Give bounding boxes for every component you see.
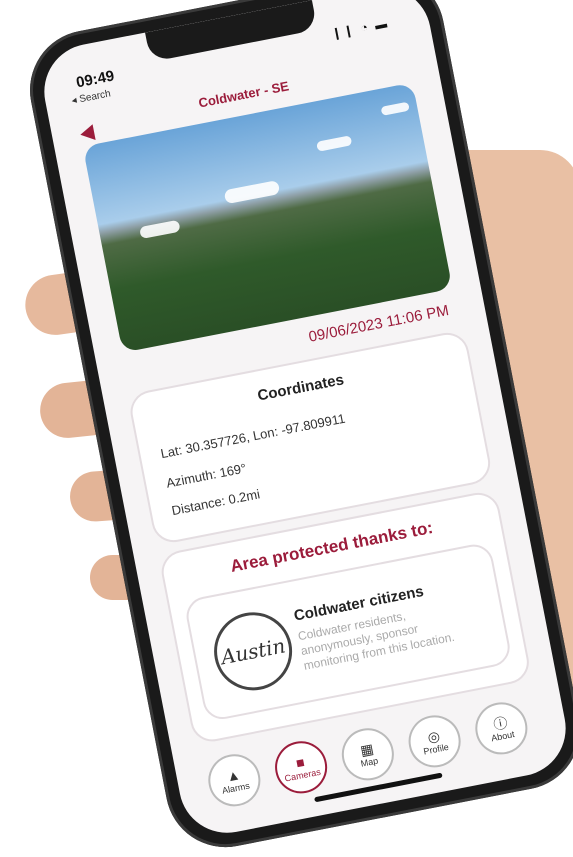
- distance-text: Distance: 0.2mi: [170, 486, 262, 519]
- azimuth-text: Azimuth: 169°: [165, 460, 248, 491]
- austin-seal-logo: Austin: [207, 605, 299, 698]
- cloud: [223, 180, 281, 205]
- coordinates-heading: Coordinates: [256, 371, 346, 405]
- notch: [145, 0, 318, 63]
- phone-screen: 09:49 ◂ Search ❙❙ ◔ ▬ Coldwater - SE 09/…: [36, 0, 573, 842]
- nav-label: Map: [359, 755, 379, 769]
- cloud: [316, 135, 353, 152]
- nav-profile-button[interactable]: ◎ Profile: [404, 710, 466, 772]
- nav-cameras-button[interactable]: ■ Cameras: [270, 736, 332, 798]
- status-icons: ❙❙ ◔ ▬: [330, 16, 391, 41]
- cloud: [139, 219, 181, 240]
- nav-label: Profile: [422, 741, 450, 757]
- camera-icon: ■: [294, 753, 306, 772]
- back-to-search-link[interactable]: ◂ Search: [71, 88, 112, 106]
- nav-about-button[interactable]: ⓘ About: [470, 697, 532, 759]
- nav-alarms-button[interactable]: ▲ Alarms: [203, 749, 265, 811]
- nav-label: Alarms: [221, 780, 251, 796]
- phone-frame: 09:49 ◂ Search ❙❙ ◔ ▬ Coldwater - SE 09/…: [19, 0, 573, 857]
- cloud: [380, 101, 410, 116]
- nav-label: Cameras: [283, 766, 322, 784]
- nav-map-button[interactable]: ▦ Map: [337, 723, 399, 785]
